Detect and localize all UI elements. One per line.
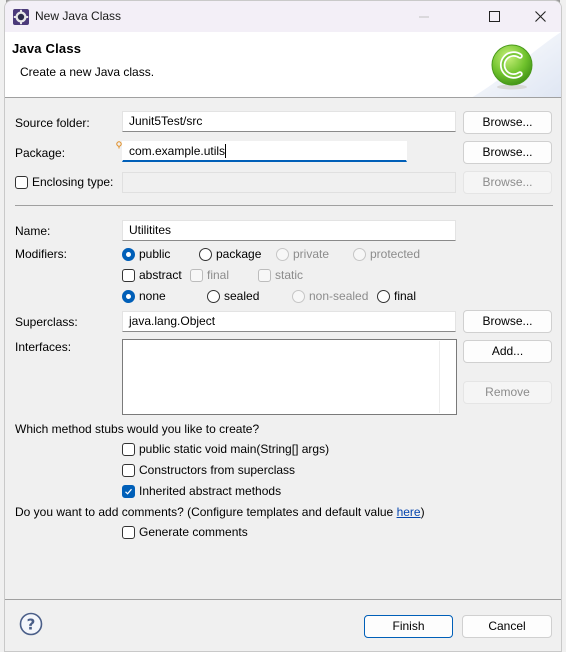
modifier-package-radio[interactable]: package <box>199 247 261 261</box>
stub-inherited-abstract-checkbox[interactable]: Inherited abstract methods <box>122 484 281 498</box>
close-button[interactable] <box>517 1 561 32</box>
modifier-package-label: package <box>216 247 262 261</box>
sealing-non-sealed-label: non-sealed <box>309 289 369 303</box>
interfaces-list-scrollbar-track <box>439 341 440 413</box>
modifier-protected-label: protected <box>370 247 421 261</box>
cancel-button[interactable]: Cancel <box>462 615 552 638</box>
checkbox-box <box>122 463 135 477</box>
modifier-final-label: final <box>207 268 230 282</box>
stub-inherited-abstract-label: Inherited abstract methods <box>139 484 282 498</box>
radio-disabled <box>353 247 366 261</box>
modifier-abstract-checkbox[interactable]: abstract <box>122 268 182 282</box>
modifier-public-label: public <box>139 247 171 261</box>
sealing-none-label: none <box>139 289 166 303</box>
sealing-sealed-label: sealed <box>224 289 260 303</box>
package-value: com.example.utils <box>129 144 226 158</box>
source-folder-value: Junit5Test/src <box>129 114 203 128</box>
source-folder-browse-button[interactable]: Browse... <box>463 111 552 134</box>
superclass-browse-button[interactable]: Browse... <box>463 310 552 333</box>
source-folder-input[interactable]: Junit5Test/src <box>122 111 456 132</box>
checkbox-box <box>258 268 271 282</box>
maximize-icon <box>488 11 500 22</box>
checkmark-icon <box>125 488 132 495</box>
eclipse-gear-icon <box>13 9 29 25</box>
text-caret <box>225 144 227 158</box>
modifier-static-checkbox[interactable]: static <box>258 268 303 282</box>
superclass-value: java.lang.Object <box>129 314 216 328</box>
enclosing-type-checkbox[interactable]: Enclosing type: <box>15 175 113 189</box>
comments-question: Do you want to add comments? (Configure … <box>15 505 425 519</box>
package-browse-button[interactable]: Browse... <box>463 141 552 164</box>
checkbox-box-checked <box>122 484 135 498</box>
separator <box>15 205 553 206</box>
help-icon[interactable]: ? <box>19 612 43 636</box>
finish-button[interactable]: Finish <box>364 615 453 638</box>
enclosing-type-label: Enclosing type: <box>32 175 114 189</box>
radio-selected <box>122 247 135 261</box>
close-icon <box>534 11 546 22</box>
superclass-label: Superclass: <box>15 315 78 329</box>
interfaces-label: Interfaces: <box>15 340 72 354</box>
window-title: New Java Class <box>35 9 122 23</box>
stub-main-checkbox[interactable]: public static void main(String[] args) <box>122 442 329 456</box>
modifiers-label: Modifiers: <box>15 247 68 261</box>
name-input[interactable]: Utilitites <box>122 220 456 241</box>
name-label: Name: <box>15 224 51 238</box>
interfaces-remove-button[interactable]: Remove <box>463 381 552 404</box>
modifier-final-checkbox[interactable]: final <box>190 268 229 282</box>
superclass-input[interactable]: java.lang.Object <box>122 311 456 332</box>
checkbox-box <box>122 442 135 456</box>
source-folder-label: Source folder: <box>15 116 90 130</box>
title-bar: New Java Class <box>5 1 561 32</box>
minimize-icon <box>419 16 429 17</box>
modifier-static-label: static <box>275 268 304 282</box>
minimize-button[interactable] <box>401 1 447 32</box>
sealing-final-label: final <box>394 289 417 303</box>
svg-text:?: ? <box>27 616 36 634</box>
radio-unselected <box>377 289 390 303</box>
stub-constructors-checkbox[interactable]: Constructors from superclass <box>122 463 295 477</box>
package-label: Package: <box>15 146 66 160</box>
wizard-description: Create a new Java class. <box>20 65 155 79</box>
checkbox-box <box>190 268 203 282</box>
sealing-final-radio[interactable]: final <box>377 289 416 303</box>
enclosing-type-browse-button[interactable]: Browse... <box>463 171 552 194</box>
sealing-non-sealed-radio[interactable]: non-sealed <box>292 289 368 303</box>
radio-unselected <box>207 289 220 303</box>
configure-templates-link[interactable]: here <box>397 505 421 519</box>
generate-comments-checkbox[interactable]: Generate comments <box>122 525 248 539</box>
comments-question-text: Do you want to add comments? (Configure … <box>15 505 397 519</box>
enclosing-type-input[interactable] <box>122 172 456 193</box>
enclosing-type-checkbox-box <box>15 175 28 189</box>
java-class-c-icon <box>491 44 533 90</box>
modifier-private-label: private <box>293 247 330 261</box>
radio-unselected <box>199 247 212 261</box>
modifier-abstract-label: abstract <box>139 268 182 282</box>
method-stubs-question: Which method stubs would you like to cre… <box>15 422 260 436</box>
name-value: Utilitites <box>129 223 172 237</box>
stub-constructors-label: Constructors from superclass <box>139 463 296 477</box>
interfaces-add-button[interactable]: Add... <box>463 340 552 363</box>
footer-separator <box>5 599 561 600</box>
radio-disabled <box>292 289 305 303</box>
radio-selected <box>122 289 135 303</box>
modifier-public-radio[interactable]: public <box>122 247 170 261</box>
interfaces-list[interactable] <box>122 339 457 415</box>
wizard-header: Java Class Create a new Java class. <box>5 32 561 98</box>
wizard-title: Java Class <box>12 41 82 56</box>
new-java-class-dialog: New Java Class Java Class Create a new J… <box>4 0 562 652</box>
sealing-sealed-radio[interactable]: sealed <box>207 289 259 303</box>
generate-comments-label: Generate comments <box>139 525 248 539</box>
modifier-protected-radio[interactable]: protected <box>353 247 420 261</box>
checkbox-box <box>122 525 135 539</box>
checkbox-box <box>122 268 135 282</box>
package-input[interactable]: com.example.utils <box>122 141 407 162</box>
stub-main-label: public static void main(String[] args) <box>139 442 330 456</box>
sealing-none-radio[interactable]: none <box>122 289 166 303</box>
maximize-button[interactable] <box>471 1 517 32</box>
comments-question-suffix: ) <box>420 505 425 519</box>
modifier-private-radio[interactable]: private <box>276 247 329 261</box>
radio-disabled <box>276 247 289 261</box>
